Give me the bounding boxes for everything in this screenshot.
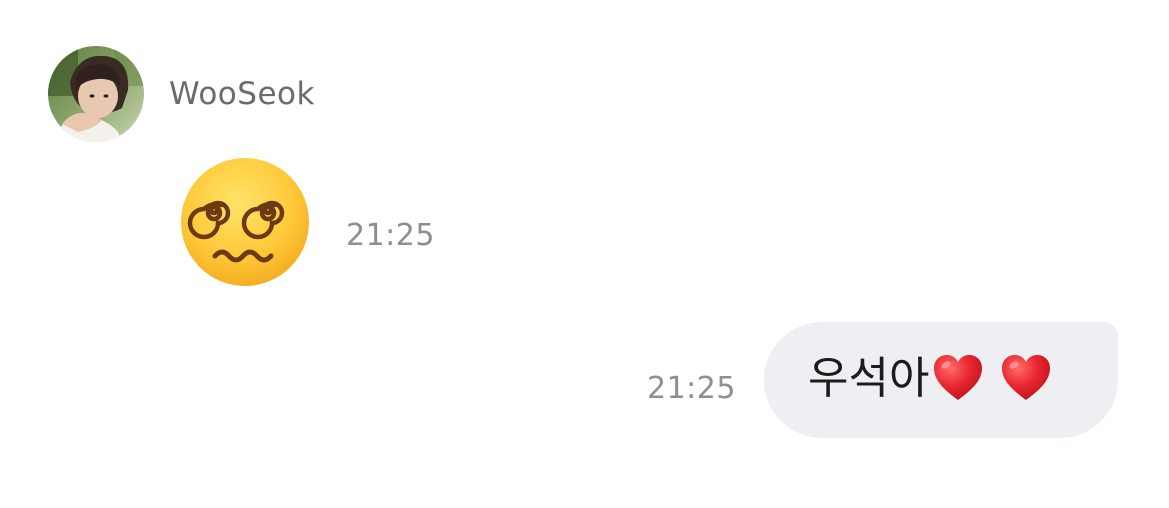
message-timestamp: 21:25 <box>346 218 435 253</box>
message-timestamp: 21:25 <box>647 371 736 406</box>
contact-name: WooSeok <box>169 76 315 112</box>
red-heart-icon <box>1002 355 1051 400</box>
contact-avatar[interactable] <box>48 46 144 142</box>
message-text: 우석아 <box>808 352 1053 408</box>
message-outgoing-bubble[interactable]: 우석아 <box>764 322 1118 438</box>
red-heart-icon <box>934 355 983 400</box>
face-with-spiral-eyes-icon <box>181 158 309 286</box>
chat-thread: WooSeok 21:25 21:25 우석아 <box>0 0 1169 508</box>
message-incoming-emoji[interactable] <box>177 154 313 290</box>
profile-photo-icon <box>48 46 144 142</box>
